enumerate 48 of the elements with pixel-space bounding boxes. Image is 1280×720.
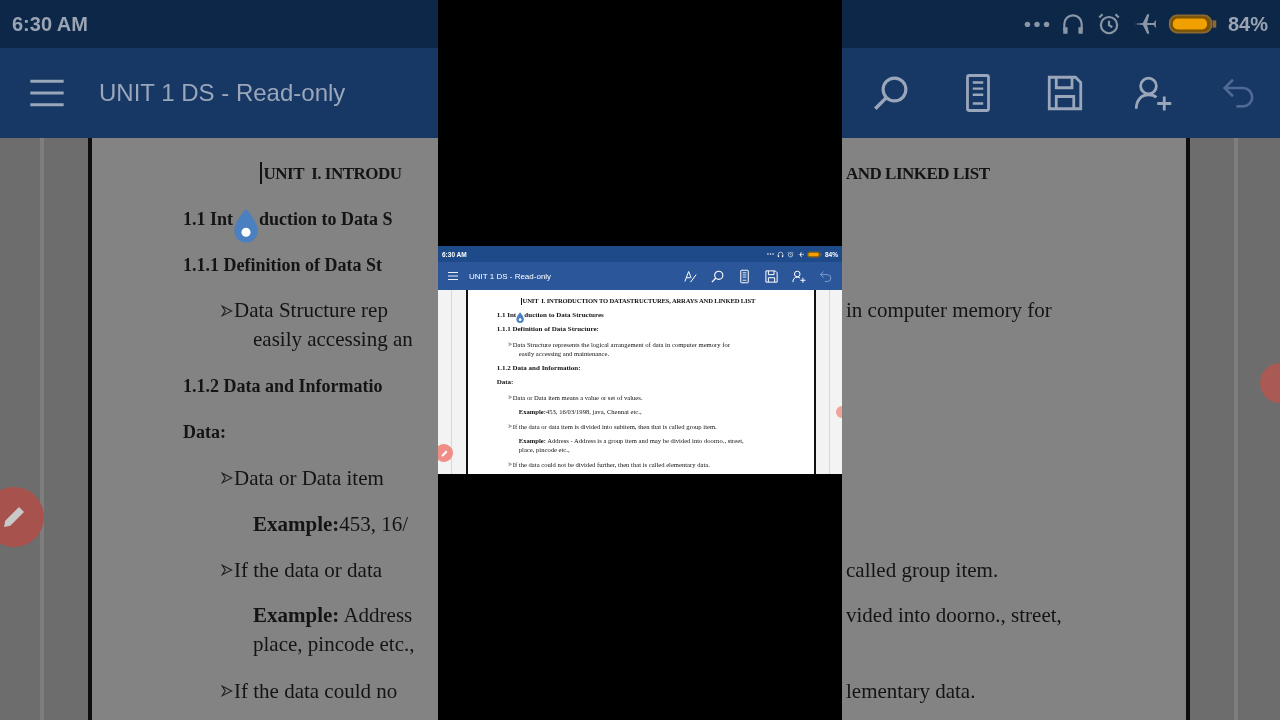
selection-handle-icon[interactable] [233,207,259,246]
headphones-icon [777,250,784,258]
bullet-text: If the data could no [234,677,398,705]
bullet-arrow-icon [220,684,234,698]
bullet-text: in computer memory for [846,297,1052,324]
example-text: place, pincode etc., [253,631,415,658]
bullet-text: called group item. [846,556,999,584]
airplane-icon [797,250,804,258]
selection-handle-icon[interactable] [516,311,525,324]
add-person-icon[interactable] [791,268,806,284]
bullet-text: Data or Data item [234,464,384,492]
text-cursor [521,297,522,305]
bullet-text: If the data or data [234,556,383,584]
battery-icon [807,250,822,258]
menu-icon[interactable] [447,270,459,282]
bullet-text: lementary data. [846,677,976,705]
example-text: Example: Address [253,602,413,629]
bullet-arrow-icon [508,424,513,429]
more-dots-icon [1023,20,1050,28]
example-text: vided into doorno., street, [846,602,1062,629]
bullet-arrow-icon [220,563,234,577]
bullet-arrow-icon [508,342,513,347]
battery-icon [1167,13,1218,35]
section-heading: duction to Data S [259,207,393,231]
document-name: UNIT 1 DS - Read-only [99,79,346,107]
bullet-arrow-icon [508,395,513,400]
format-pen-icon[interactable] [683,268,698,284]
bullet-text: Data Structure rep [234,297,388,324]
document-title: UNIT I. INTRODU [263,162,402,185]
section-heading: 1.1 Int [183,207,233,231]
bullet-text: easily accessing an [253,326,413,353]
text-cursor [260,162,262,184]
document-icon[interactable] [737,268,752,284]
bullet-arrow-icon [508,462,513,467]
example-text: Example:453, 16/ [253,510,409,538]
section-heading: 1.1.2 Data and Informatio [183,374,383,398]
bullet-arrow-icon [220,303,234,318]
section-heading: 1.1.1 Definition of Data St [183,253,382,277]
alarm-clock-icon [787,250,794,258]
subheading: Data: [183,420,226,444]
bullet-arrow-icon [220,471,234,485]
battery-percentage: 84% [1227,12,1268,36]
document-title: AND LINKED LIST [846,162,990,185]
document-name: UNIT 1 DS - Read-only [469,271,553,281]
search-icon[interactable] [710,268,725,284]
save-icon[interactable] [764,268,779,284]
status-time: 6:30 AM [12,12,88,36]
pencil-icon [439,448,449,458]
